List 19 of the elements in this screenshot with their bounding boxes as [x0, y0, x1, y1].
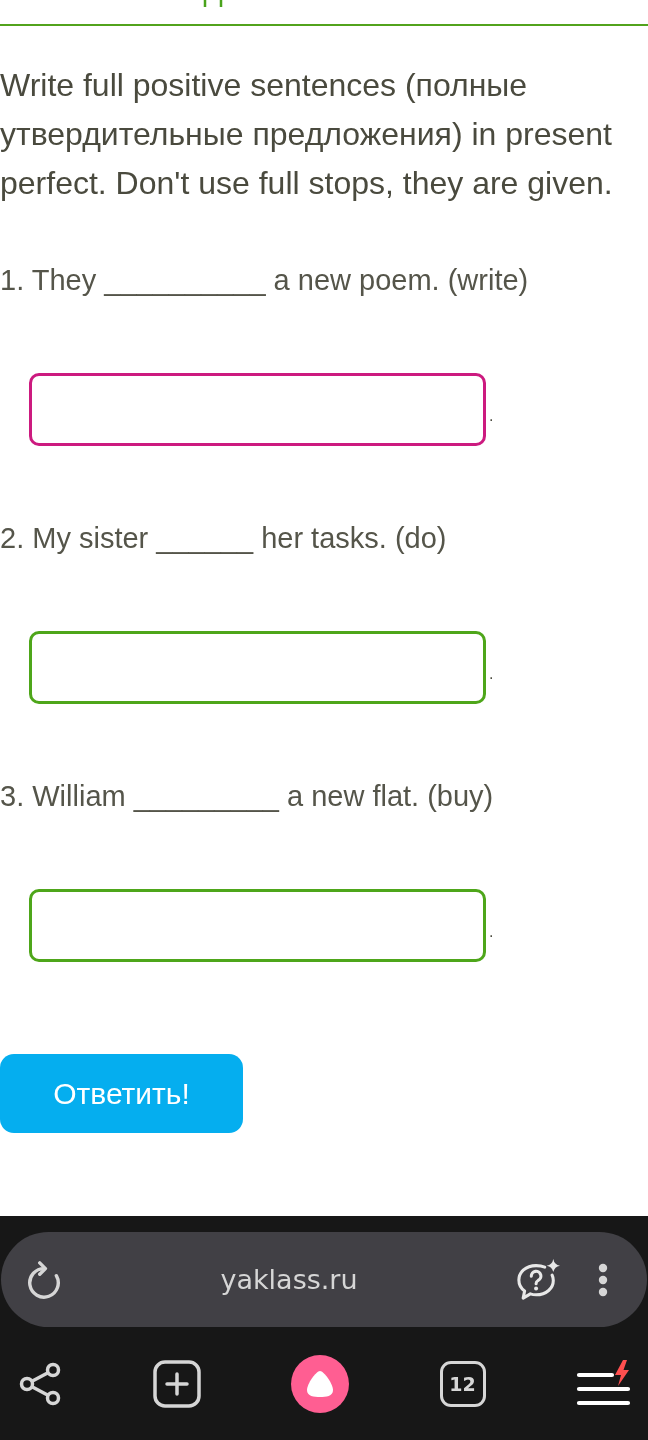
new-tab-plus-icon[interactable] [152, 1359, 201, 1408]
cropped-mark-icon [203, 0, 223, 7]
reload-icon[interactable] [25, 1259, 63, 1300]
assistant-icon[interactable] [291, 1354, 349, 1413]
url-text[interactable]: yaklass.ru [63, 1264, 515, 1295]
full-stop-text: . [489, 666, 494, 682]
tabs-button[interactable]: 12 [439, 1360, 486, 1407]
chat-question-sparkle-icon[interactable] [515, 1257, 561, 1302]
answer-field[interactable] [29, 631, 486, 704]
answer-field[interactable] [29, 889, 486, 962]
question-text: 1. They __________ a new poem. (write) [0, 263, 529, 298]
full-stop-text: . [489, 924, 494, 940]
more-options-icon[interactable] [597, 1261, 609, 1298]
share-icon[interactable] [18, 1360, 62, 1407]
full-stop-text: . [489, 408, 494, 424]
question-text: 3. William _________ a new flat. (buy) [0, 779, 494, 814]
instruction-text: Write full positive sentences (полные утвердительные предложения) in present perfect. Don't use full stops, they are given. [0, 66, 614, 203]
answer-field[interactable] [29, 373, 486, 446]
question-text: 2. My sister ______ her tasks. (do) [0, 521, 447, 556]
